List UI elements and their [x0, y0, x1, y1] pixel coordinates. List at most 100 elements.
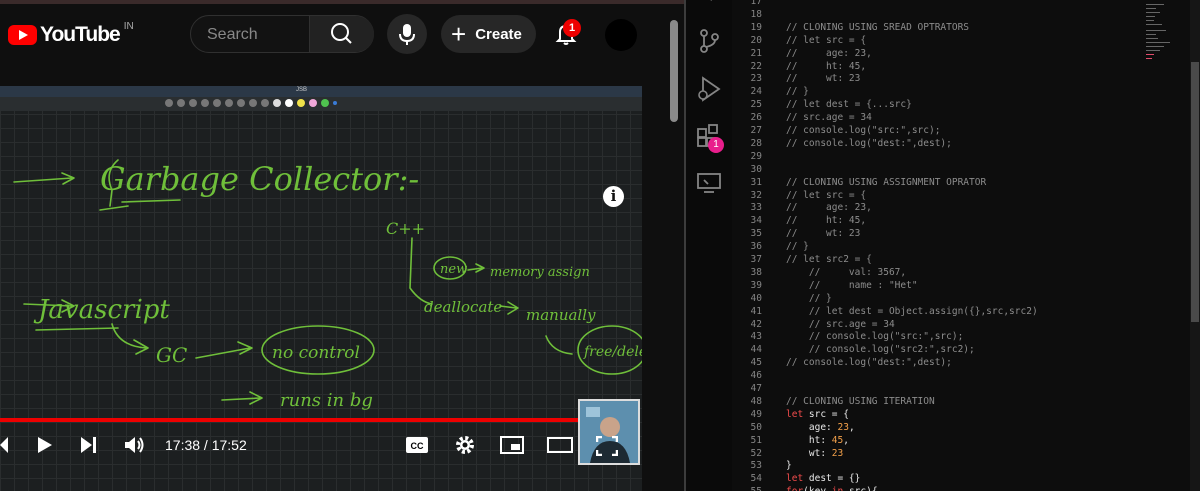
line-number: 49 [750, 408, 762, 420]
code-line[interactable]: 31 // CLONING USING ASSIGNMENT OPRATOR [732, 176, 1144, 189]
search-button[interactable] [309, 16, 374, 52]
plus-icon: + [451, 19, 467, 49]
code-line[interactable]: 44 // console.log("src2:",src2); [732, 343, 1144, 356]
line-number: 51 [750, 434, 762, 446]
code-line[interactable]: 37 // let src2 = { [732, 253, 1144, 266]
code-line[interactable]: 18 [732, 8, 1144, 21]
line-number: 24 [750, 86, 762, 98]
code-line[interactable]: 32 // let src = { [732, 189, 1144, 202]
editor-scrollbar-thumb[interactable] [1191, 62, 1199, 322]
youtube-logo-text: YouTube [40, 23, 121, 46]
code-line[interactable]: 53} [732, 459, 1144, 472]
code-line[interactable]: 54 let dest = {} [732, 472, 1144, 485]
code-line[interactable]: 25 // let dest = {...src} [732, 98, 1144, 111]
code-line[interactable]: 34 // ht: 45, [732, 214, 1144, 227]
line-number: 46 [750, 370, 762, 382]
line-number: 29 [750, 150, 762, 162]
line-number: 18 [750, 8, 762, 20]
code-line[interactable]: 22 // ht: 45, [732, 60, 1144, 73]
remote-explorer-icon [697, 173, 721, 193]
code-line[interactable]: 41 // let dest = Object.assign({},src,sr… [732, 305, 1144, 318]
code-text: // CLONING USING ASSIGNMENT OPRATOR [786, 176, 987, 188]
code-editor[interactable]: 17 18 19// CLONING USING SREAD OPTRATORS 20… [732, 0, 1144, 491]
search-input[interactable] [191, 16, 327, 54]
note-deallocate: deallocate [424, 298, 502, 316]
line-number: 32 [750, 189, 762, 201]
volume-button[interactable] [124, 435, 146, 460]
code-line[interactable]: 47 [732, 382, 1144, 395]
notification-badge: 1 [563, 19, 581, 37]
fullscreen-button[interactable] [595, 435, 619, 461]
line-number: 48 [750, 395, 762, 407]
progress-bar[interactable] [0, 418, 623, 422]
code-line[interactable]: 38 // val: 3567, [732, 266, 1144, 279]
page-scrollbar[interactable] [670, 20, 678, 122]
code-text: // } [786, 86, 809, 98]
code-line[interactable]: 33 // age: 23, [732, 201, 1144, 214]
activity-remote[interactable] [694, 168, 724, 198]
create-button[interactable]: + Create [441, 15, 536, 53]
line-number: 26 [750, 112, 762, 124]
code-text: ht: 45, [786, 434, 849, 446]
code-line[interactable]: 30 [732, 163, 1144, 176]
activity-explorer[interactable] [694, 0, 724, 20]
minimap[interactable] [1144, 0, 1190, 491]
code-line[interactable]: 39 // name : "Het" [732, 279, 1144, 292]
code-line[interactable]: 45 // console.log("dest:",dest); [732, 356, 1144, 369]
activity-source-control[interactable] [694, 26, 724, 56]
code-line[interactable]: 49 let src = { [732, 408, 1144, 421]
code-line[interactable]: 21 // age: 23, [732, 47, 1144, 60]
line-number: 27 [750, 125, 762, 136]
code-line[interactable]: 29 [732, 150, 1144, 163]
note-cpp: C++ [386, 219, 425, 238]
code-line[interactable]: 55 for(key in src){ [732, 485, 1144, 491]
play-button[interactable] [37, 436, 53, 459]
code-text: // let src = { [786, 189, 867, 201]
previous-button[interactable] [0, 436, 10, 459]
code-line[interactable]: 52 wt: 23 [732, 447, 1144, 460]
code-text: // CLONING USING SREAD OPTRATORS [786, 21, 970, 33]
activity-run-debug[interactable] [694, 74, 724, 104]
code-text: // wt: 23 [786, 228, 861, 240]
line-number: 23 [750, 73, 762, 85]
code-line[interactable]: 20 // let src = { [732, 34, 1144, 47]
code-line[interactable]: 35 // wt: 23 [732, 227, 1144, 240]
line-number: 35 [750, 228, 762, 240]
code-line[interactable]: 51 ht: 45, [732, 434, 1144, 447]
theater-mode-button[interactable] [547, 436, 573, 459]
code-text: // } [786, 241, 809, 253]
next-button[interactable] [80, 436, 98, 459]
info-button[interactable]: i [603, 186, 624, 207]
settings-button[interactable] [454, 434, 476, 461]
code-line[interactable]: 24 // } [732, 85, 1144, 98]
code-text: // let src = { [786, 34, 867, 46]
line-number: 55 [732, 485, 762, 491]
code-line[interactable]: 26 // src.age = 34 [732, 111, 1144, 124]
video-player[interactable]: JSB Garbage Collector:- Javascript GC no… [0, 86, 642, 491]
code-line[interactable]: 28 // console.log("dest:",dest); [732, 137, 1144, 150]
line-number: 50 [750, 421, 762, 433]
code-text: // age: 23, [786, 47, 872, 59]
code-line[interactable]: 46 [732, 369, 1144, 382]
avatar[interactable] [605, 19, 637, 51]
code-text: // src.age = 34 [786, 318, 895, 330]
code-line[interactable]: 42 // src.age = 34 [732, 318, 1144, 331]
code-line[interactable]: 48 // CLONING USING ITERATION [732, 395, 1144, 408]
extensions-badge: 1 [708, 137, 724, 153]
youtube-logo[interactable]: YouTube IN [8, 21, 134, 48]
captions-button[interactable]: CC [405, 435, 429, 460]
code-line[interactable]: 50 age: 23, [732, 421, 1144, 434]
line-number: 38 [750, 266, 762, 278]
code-line[interactable]: 17 [732, 0, 1144, 8]
code-line[interactable]: 43 // console.log("src:",src); [732, 330, 1144, 343]
code-text: // wt: 23 [786, 73, 861, 85]
code-line[interactable]: 40 // } [732, 292, 1144, 305]
youtube-play-icon [8, 25, 37, 45]
microphone-icon [399, 24, 415, 45]
code-line[interactable]: 27 // console.log("src:",src); [732, 124, 1144, 137]
voice-search-button[interactable] [387, 14, 427, 54]
code-line[interactable]: 36 // } [732, 240, 1144, 253]
code-line[interactable]: 19 // CLONING USING SREAD OPTRATORS [732, 21, 1144, 34]
miniplayer-button[interactable] [500, 436, 524, 459]
code-line[interactable]: 23 // wt: 23 [732, 72, 1144, 85]
